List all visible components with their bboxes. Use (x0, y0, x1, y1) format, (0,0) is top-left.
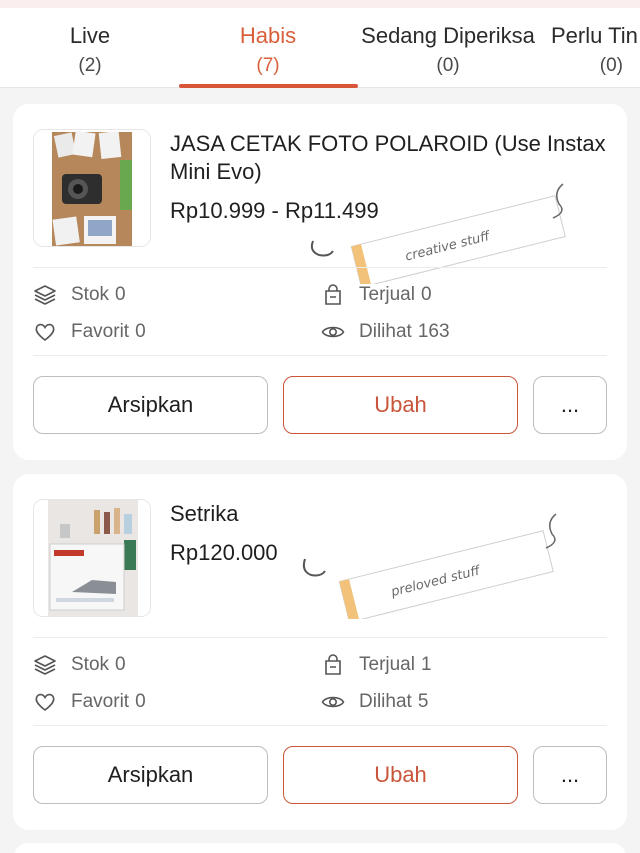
stat-stok: Stok 0 (33, 653, 126, 677)
layers-icon (34, 285, 56, 305)
stat-label: Terjual (359, 654, 415, 675)
divider (33, 355, 607, 356)
product-price: Rp120.000 (170, 540, 278, 565)
divider (33, 267, 607, 268)
archive-button[interactable]: Arsipkan (33, 746, 268, 804)
stat-favorit: Favorit 0 (33, 690, 146, 714)
stat-label: Terjual (359, 284, 415, 305)
tab-live[interactable]: Live (2) (40, 22, 140, 79)
product-thumbnail[interactable] (33, 499, 151, 617)
product-thumbnail[interactable] (33, 129, 151, 247)
stat-value: 0 (115, 654, 126, 675)
stat-terjual: Terjual 0 (321, 283, 432, 307)
divider (33, 637, 607, 638)
stat-label: Dilihat (359, 321, 412, 342)
tab-label: Habis (239, 23, 297, 48)
stat-value: 0 (420, 284, 432, 305)
stat-label: Stok (71, 284, 110, 305)
stat-terjual: Terjual 1 (321, 653, 432, 677)
next-product-card (13, 843, 627, 853)
stat-value: 5 (417, 691, 429, 712)
stat-label: Stok (71, 654, 110, 675)
tab-label: Live (69, 23, 111, 48)
edit-button[interactable]: Ubah (283, 746, 518, 804)
eye-icon (321, 696, 345, 708)
sticker-decoration: creative stuff (310, 183, 566, 284)
stat-value: 0 (115, 284, 126, 305)
product-card: JASA CETAK FOTO POLAROID (Use Instax Min… (13, 104, 627, 460)
product-photo (34, 130, 150, 246)
heart-icon (35, 323, 55, 342)
stat-dilihat: Dilihat 5 (321, 690, 428, 714)
stat-value: 0 (135, 321, 146, 342)
tab-sedang-diperiksa[interactable]: Sedang Diperiksa (0) (356, 22, 540, 79)
tab-count: (0) (436, 55, 460, 76)
active-tab-indicator (179, 84, 358, 88)
status-tabs: Live (2) Habis (7) Sedang Diperiksa (0) … (0, 8, 640, 88)
tab-label: Perlu Tin (551, 23, 638, 48)
product-card: Setrika Rp120.000 preloved stuff Stok 0 T… (13, 474, 627, 830)
more-options-button[interactable]: ... (533, 376, 607, 434)
top-strip (0, 0, 640, 8)
tab-count: (0) (599, 55, 623, 76)
shopping-bag-icon (325, 284, 341, 305)
more-options-button[interactable]: ... (533, 746, 607, 804)
divider (33, 725, 607, 726)
tab-count: (2) (78, 55, 102, 76)
stat-label: Favorit (71, 321, 130, 342)
stat-favorit: Favorit 0 (33, 320, 146, 344)
edit-button[interactable]: Ubah (283, 376, 518, 434)
tab-count: (7) (256, 55, 280, 76)
sticker-decoration: preloved stuff (302, 513, 557, 619)
heart-icon (35, 693, 55, 712)
layers-icon (34, 655, 56, 675)
tab-habis[interactable]: Habis (7) (218, 22, 318, 79)
product-title[interactable]: JASA CETAK FOTO POLAROID (Use Instax Min… (170, 130, 611, 186)
shopping-bag-icon (325, 654, 341, 675)
stat-value: 163 (417, 321, 450, 342)
eye-icon (321, 326, 345, 338)
stat-dilihat: Dilihat 163 (321, 320, 450, 344)
stat-label: Favorit (71, 691, 130, 712)
tab-label: Sedang Diperiksa (361, 23, 535, 48)
product-photo (34, 500, 150, 616)
tab-perlu-tindakan[interactable]: Perlu Tin (0) (551, 22, 640, 79)
archive-button[interactable]: Arsipkan (33, 376, 268, 434)
stat-stok: Stok 0 (33, 283, 126, 307)
stat-value: 0 (135, 691, 146, 712)
stat-label: Dilihat (359, 691, 412, 712)
stat-value: 1 (420, 654, 432, 675)
